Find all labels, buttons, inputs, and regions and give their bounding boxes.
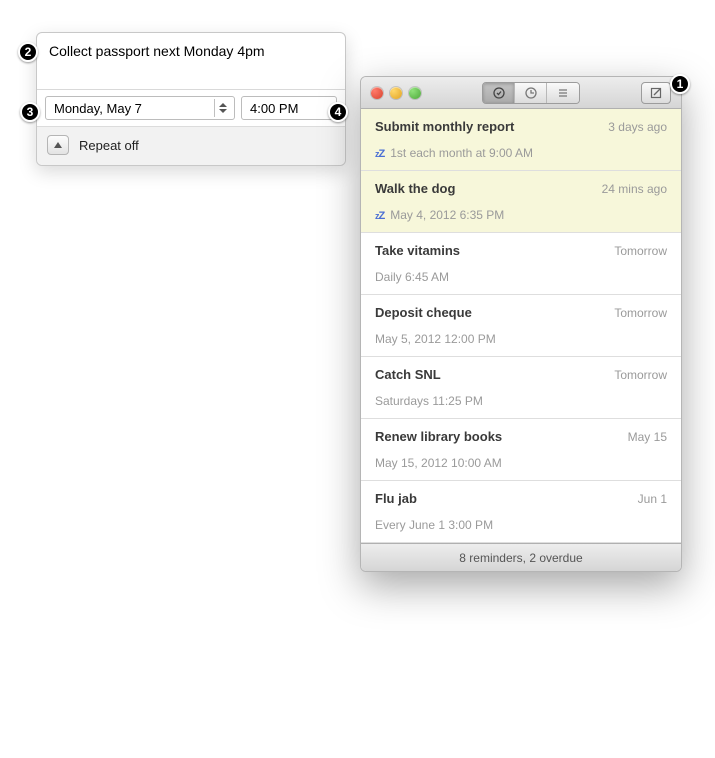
reminder-item-header: Catch SNL Tomorrow — [375, 367, 667, 382]
history-icon — [525, 87, 537, 99]
reminder-schedule: May 15, 2012 10:00 AM — [375, 456, 502, 470]
compose-button[interactable] — [641, 82, 671, 104]
reminder-item[interactable]: Flu jab Jun 1 Every June 1 3:00 PM — [361, 481, 681, 543]
date-time-row: Monday, May 7 4:00 PM — [37, 90, 345, 126]
reminder-title: Walk the dog — [375, 181, 455, 196]
reminder-subtitle: Saturdays 11:25 PM — [375, 394, 667, 408]
status-bar: 8 reminders, 2 overdue — [361, 543, 681, 571]
annotation-badge-3: 3 — [20, 102, 40, 122]
date-value: Monday, May 7 — [54, 101, 142, 116]
repeat-disclosure-button[interactable] — [47, 135, 69, 155]
reminder-schedule: May 4, 2012 6:35 PM — [390, 208, 504, 222]
reminder-due: Tomorrow — [614, 306, 667, 320]
reminder-item-header: Take vitamins Tomorrow — [375, 243, 667, 258]
zoom-window-button[interactable] — [409, 87, 421, 99]
reminders-window: Submit monthly report 3 days ago zZ 1st eac… — [360, 76, 682, 572]
reminder-due: May 15 — [628, 430, 667, 444]
compose-icon — [650, 87, 662, 99]
status-text: 8 reminders, 2 overdue — [459, 551, 582, 565]
reminder-item-header: Submit monthly report 3 days ago — [375, 119, 667, 134]
reminder-subtitle: zZ 1st each month at 9:00 AM — [375, 146, 667, 160]
titlebar — [361, 77, 681, 109]
reminder-schedule: May 5, 2012 12:00 PM — [375, 332, 496, 346]
minimize-window-button[interactable] — [390, 87, 402, 99]
reminder-title: Deposit cheque — [375, 305, 472, 320]
reminder-title-input[interactable]: Collect passport next Monday 4pm — [37, 33, 345, 90]
reminder-item-header: Flu jab Jun 1 — [375, 491, 667, 506]
reminder-title: Flu jab — [375, 491, 417, 506]
reminder-item[interactable]: Renew library books May 15 May 15, 2012 10… — [361, 419, 681, 481]
reminder-subtitle: May 15, 2012 10:00 AM — [375, 456, 667, 470]
view-list-tab[interactable] — [547, 83, 579, 103]
reminder-title: Take vitamins — [375, 243, 460, 258]
snooze-icon: zZ — [375, 146, 384, 160]
reminder-subtitle: Every June 1 3:00 PM — [375, 518, 667, 532]
reminder-title: Renew library books — [375, 429, 502, 444]
close-window-button[interactable] — [371, 87, 383, 99]
repeat-label: Repeat off — [79, 138, 139, 153]
reminder-schedule: Every June 1 3:00 PM — [375, 518, 493, 532]
time-picker[interactable]: 4:00 PM — [241, 96, 337, 120]
time-value: 4:00 PM — [250, 101, 298, 116]
reminder-item[interactable]: Take vitamins Tomorrow Daily 6:45 AM — [361, 233, 681, 295]
repeat-row: Repeat off — [37, 126, 345, 165]
new-reminder-popover: Collect passport next Monday 4pm Monday,… — [36, 32, 346, 166]
reminder-subtitle: Daily 6:45 AM — [375, 270, 667, 284]
reminder-item-header: Deposit cheque Tomorrow — [375, 305, 667, 320]
date-picker[interactable]: Monday, May 7 — [45, 96, 235, 120]
reminder-due: 24 mins ago — [602, 182, 667, 196]
reminder-item[interactable]: Submit monthly report 3 days ago zZ 1st eac… — [361, 109, 681, 171]
reminder-due: Tomorrow — [614, 368, 667, 382]
dropdown-chevron-icon — [214, 99, 230, 117]
reminder-item[interactable]: Deposit cheque Tomorrow May 5, 2012 12:00 … — [361, 295, 681, 357]
reminder-item-header: Walk the dog 24 mins ago — [375, 181, 667, 196]
annotation-badge-2: 2 — [18, 42, 38, 62]
reminder-due: Jun 1 — [638, 492, 667, 506]
reminder-item[interactable]: Walk the dog 24 mins ago zZ May 4, 2012 6:3… — [361, 171, 681, 233]
reminder-due: Tomorrow — [614, 244, 667, 258]
window-controls — [371, 87, 421, 99]
chevron-up-icon — [54, 142, 62, 148]
view-segmented-control — [482, 82, 580, 104]
reminders-list: Submit monthly report 3 days ago zZ 1st eac… — [361, 109, 681, 543]
reminder-title: Submit monthly report — [375, 119, 514, 134]
reminder-item[interactable]: Catch SNL Tomorrow Saturdays 11:25 PM — [361, 357, 681, 419]
list-icon — [557, 87, 569, 99]
reminder-title: Catch SNL — [375, 367, 441, 382]
reminder-subtitle: May 5, 2012 12:00 PM — [375, 332, 667, 346]
reminder-schedule: 1st each month at 9:00 AM — [390, 146, 533, 160]
reminder-due: 3 days ago — [608, 120, 667, 134]
reminder-schedule: Daily 6:45 AM — [375, 270, 449, 284]
annotation-badge-1: 1 — [670, 74, 690, 94]
view-history-tab[interactable] — [515, 83, 547, 103]
reminder-item-header: Renew library books May 15 — [375, 429, 667, 444]
reminder-schedule: Saturdays 11:25 PM — [375, 394, 483, 408]
view-due-tab[interactable] — [483, 83, 515, 103]
reminder-subtitle: zZ May 4, 2012 6:35 PM — [375, 208, 667, 222]
snooze-icon: zZ — [375, 208, 384, 222]
clock-check-icon — [493, 87, 505, 99]
annotation-badge-4: 4 — [328, 102, 348, 122]
